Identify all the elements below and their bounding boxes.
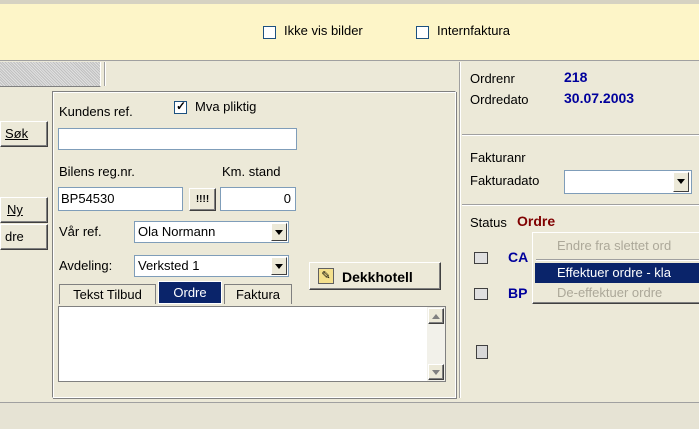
no-images-label: Ikke vis bilder: [284, 23, 363, 38]
barcode-button[interactable]: !!!!: [189, 188, 216, 211]
order-date-label: Ordredato: [470, 92, 529, 107]
order-button-label: dre: [5, 229, 24, 244]
department-label: Avdeling:: [59, 258, 113, 273]
scroll-up-icon[interactable]: [428, 308, 444, 324]
notes-textarea[interactable]: [58, 306, 446, 382]
customer-ref-label: Kundens ref.: [59, 104, 133, 119]
tab-invoice-label: Faktura: [235, 287, 281, 302]
status-value: Ordre: [517, 213, 556, 229]
department-value: Verksted 1: [138, 258, 200, 273]
new-button[interactable]: Ny: [0, 197, 48, 223]
tab-invoice[interactable]: Faktura: [224, 284, 292, 304]
edit-icon[interactable]: [474, 252, 488, 264]
km-value: 0: [283, 191, 291, 206]
check-mark-icon: ✓: [176, 99, 187, 113]
vat-checkbox[interactable]: ✓: [174, 99, 187, 114]
chevron-down-icon[interactable]: [271, 223, 287, 241]
link-ca[interactable]: CA: [508, 249, 528, 265]
tire-hotel-icon: ✎: [318, 268, 334, 284]
edit-icon[interactable]: [474, 288, 488, 300]
tire-hotel-label: Dekkhotell: [342, 269, 413, 285]
invoice-date-label: Fakturadato: [470, 173, 540, 188]
km-input[interactable]: 0: [220, 187, 296, 211]
context-menu: Endre fra slettet ord Effektuer ordre - …: [532, 232, 699, 304]
reg-no-value: BP54530: [61, 191, 115, 206]
tab-text-offer-label: Tekst Tilbud: [73, 287, 142, 302]
scroll-strip[interactable]: [0, 62, 101, 87]
search-button[interactable]: Søk: [0, 121, 48, 147]
tire-hotel-button[interactable]: ✎ Dekkhotell: [309, 262, 441, 290]
internal-invoice-label: Internfaktura: [437, 23, 510, 38]
our-ref-label: Vår ref.: [59, 224, 102, 239]
status-bar: [0, 402, 699, 429]
menu-item-effectuate-order[interactable]: Effektuer ordre - kla: [535, 263, 699, 283]
tab-order-label: Ordre: [173, 285, 207, 300]
search-button-label: Søk: [5, 126, 29, 141]
right-separator-2: [462, 204, 699, 206]
vat-label: Mva pliktig: [195, 99, 257, 114]
order-no-label: Ordrenr: [470, 71, 515, 86]
km-label: Km. stand: [222, 164, 281, 179]
status-label: Status: [470, 215, 507, 230]
panel-divider: [459, 62, 461, 398]
reg-no-label: Bilens reg.nr.: [59, 164, 135, 179]
scroll-down-icon[interactable]: [428, 364, 444, 380]
chevron-down-icon[interactable]: [673, 172, 689, 192]
no-images-checkbox[interactable]: [263, 26, 276, 39]
menu-item-restore-deleted[interactable]: Endre fra slettet ord: [535, 236, 699, 256]
department-select[interactable]: Verksted 1: [134, 255, 289, 277]
notes-scrollbar[interactable]: [427, 307, 445, 381]
customer-ref-input[interactable]: [58, 128, 297, 150]
internal-invoice-checkbox[interactable]: [416, 26, 429, 39]
link-bp[interactable]: BP: [508, 285, 527, 301]
chevron-down-icon[interactable]: [271, 257, 287, 275]
splitter[interactable]: [104, 62, 106, 86]
invoice-date-select[interactable]: [564, 170, 692, 194]
note-icon[interactable]: [476, 345, 488, 359]
menu-item-restore-deleted-label: Endre fra slettet ord: [557, 238, 672, 253]
order-no-value: 218: [564, 69, 588, 85]
menu-item-uneffectuate-order[interactable]: De-effektuer ordre: [535, 283, 699, 303]
our-ref-select[interactable]: Ola Normann: [134, 221, 289, 243]
menu-separator: [536, 259, 699, 261]
our-ref-value: Ola Normann: [138, 224, 216, 239]
tab-order[interactable]: Ordre: [158, 281, 222, 304]
menu-item-uneffectuate-order-label: De-effektuer ordre: [557, 285, 663, 300]
barcode-icon: !!!!: [195, 194, 210, 205]
order-date-value: 30.07.2003: [564, 90, 635, 106]
menu-item-effectuate-order-label: Effektuer ordre - kla: [557, 265, 671, 280]
reg-no-input[interactable]: BP54530: [58, 187, 183, 211]
right-separator-1: [462, 134, 699, 136]
invoice-no-label: Fakturanr: [470, 150, 526, 165]
order-button[interactable]: dre: [0, 224, 48, 250]
top-edge: [0, 0, 699, 4]
new-button-label: Ny: [7, 202, 23, 217]
tab-text-offer[interactable]: Tekst Tilbud: [59, 284, 156, 304]
